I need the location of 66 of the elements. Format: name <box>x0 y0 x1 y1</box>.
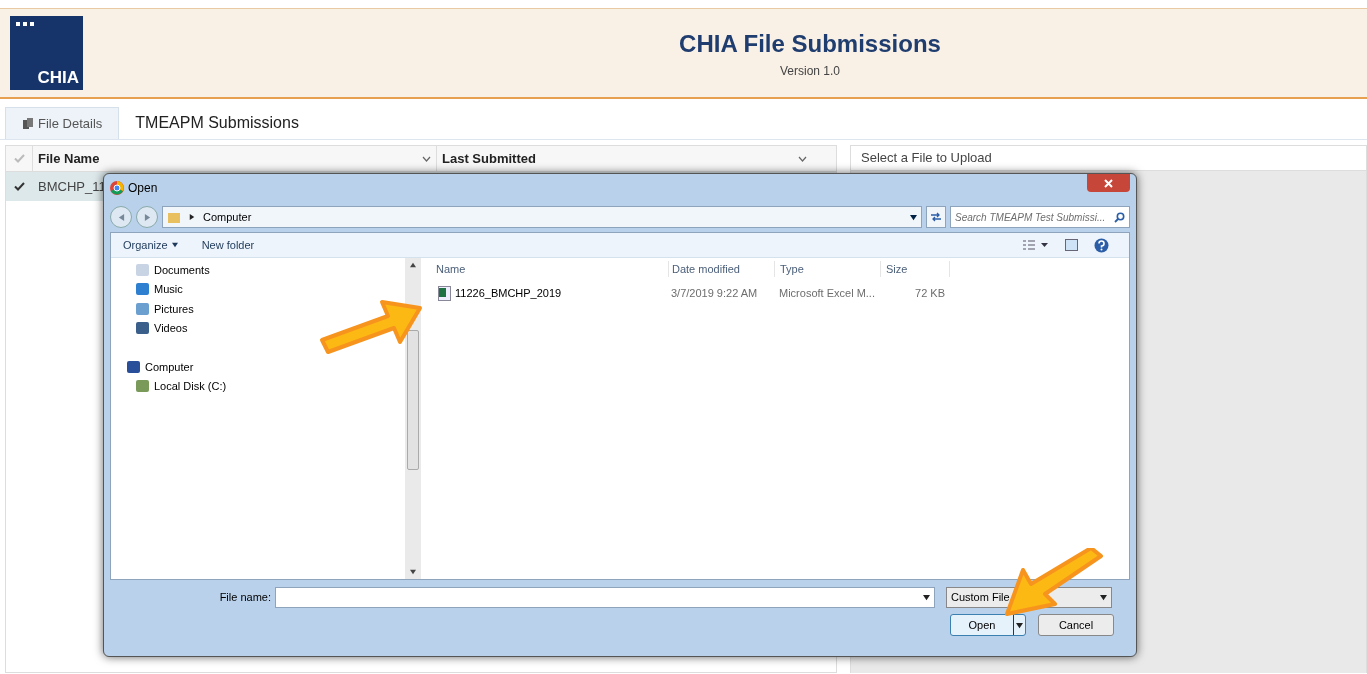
file-type: Microsoft Excel M... <box>778 285 876 301</box>
back-button[interactable] <box>110 206 132 228</box>
dropdown-arrow-icon <box>923 594 930 601</box>
search-field[interactable]: Search TMEAPM Test Submissi... <box>950 206 1130 228</box>
nav-item[interactable]: Pictures <box>136 299 194 319</box>
column-header[interactable]: Type <box>774 260 880 278</box>
back-arrow-icon <box>117 213 125 221</box>
music-icon <box>136 283 149 296</box>
file-date: 3/7/2019 9:22 AM <box>670 285 759 301</box>
browser-logo-icon <box>110 181 124 195</box>
document-icon <box>22 117 34 130</box>
nav-item[interactable]: Music <box>136 279 183 299</box>
column-header[interactable]: Last Submitted <box>437 146 836 171</box>
column-header[interactable]: Date modified <box>668 260 774 278</box>
chevron-down-icon[interactable] <box>798 155 807 162</box>
version-label: Version 1.0 <box>779 63 840 80</box>
address-bar[interactable]: Computer <box>162 206 922 228</box>
dropdown-arrow-icon <box>171 242 178 248</box>
check-icon[interactable] <box>14 182 25 191</box>
file-size: 72 KB <box>914 285 946 301</box>
toolbar-button[interactable]: Organize <box>123 236 178 254</box>
toolbar-button[interactable]: New folder <box>201 236 255 254</box>
nav-item[interactable]: Computer <box>127 357 194 377</box>
scroll-up-icon <box>410 262 416 268</box>
file-name-field[interactable] <box>275 587 935 608</box>
file-name-label: File name: <box>218 590 272 606</box>
videos-icon <box>136 322 149 335</box>
file-name: 11226_BMCHP_2019 <box>455 285 562 301</box>
search-icon <box>1114 211 1125 223</box>
tab[interactable]: File Details <box>5 107 120 139</box>
upload-panel-header: Select a File to Upload <box>850 145 1367 171</box>
select-all-check-icon[interactable] <box>13 154 25 163</box>
open-button[interactable]: Open <box>950 614 1026 636</box>
cancel-button[interactable]: Cancel <box>1038 614 1114 636</box>
chevron-down-icon[interactable] <box>422 155 431 162</box>
address-text: Computer <box>203 209 252 225</box>
dropdown-arrow-icon <box>910 213 917 221</box>
scrollbar[interactable] <box>405 258 421 579</box>
preview-pane-icon[interactable] <box>1065 239 1078 251</box>
table-cell-text: BMCHP_11 <box>38 177 106 196</box>
nav-item[interactable]: Documents <box>136 260 210 280</box>
page-title: CHIA File Submissions <box>679 29 941 59</box>
dropdown-arrow-icon <box>1100 594 1107 601</box>
dropdown-arrow-icon <box>1016 621 1023 629</box>
logo: CHIA <box>10 16 83 90</box>
spreadsheet-icon <box>438 285 451 301</box>
close-icon <box>1104 178 1113 188</box>
column-header[interactable]: File Name <box>33 146 437 171</box>
help-icon[interactable] <box>1094 237 1109 253</box>
breadcrumb-arrow-icon <box>189 214 195 220</box>
forward-arrow-icon <box>143 213 151 221</box>
computer-icon <box>127 360 140 373</box>
column-header[interactable]: Name <box>421 260 668 278</box>
nav-item[interactable]: Videos <box>136 318 188 338</box>
folder-icon <box>167 210 181 224</box>
forward-button[interactable] <box>136 206 158 228</box>
documents-icon <box>136 263 149 276</box>
close-button[interactable] <box>1087 174 1130 192</box>
nav-item[interactable]: Local Disk (C:) <box>136 376 227 396</box>
refresh-button[interactable] <box>926 206 946 228</box>
column-header[interactable]: Size <box>880 260 950 278</box>
view-options-icon[interactable] <box>1023 240 1049 250</box>
dialog-title: Open <box>128 180 158 197</box>
pictures-icon <box>136 302 149 315</box>
scroll-down-icon <box>410 569 416 575</box>
refresh-icon <box>930 212 942 222</box>
